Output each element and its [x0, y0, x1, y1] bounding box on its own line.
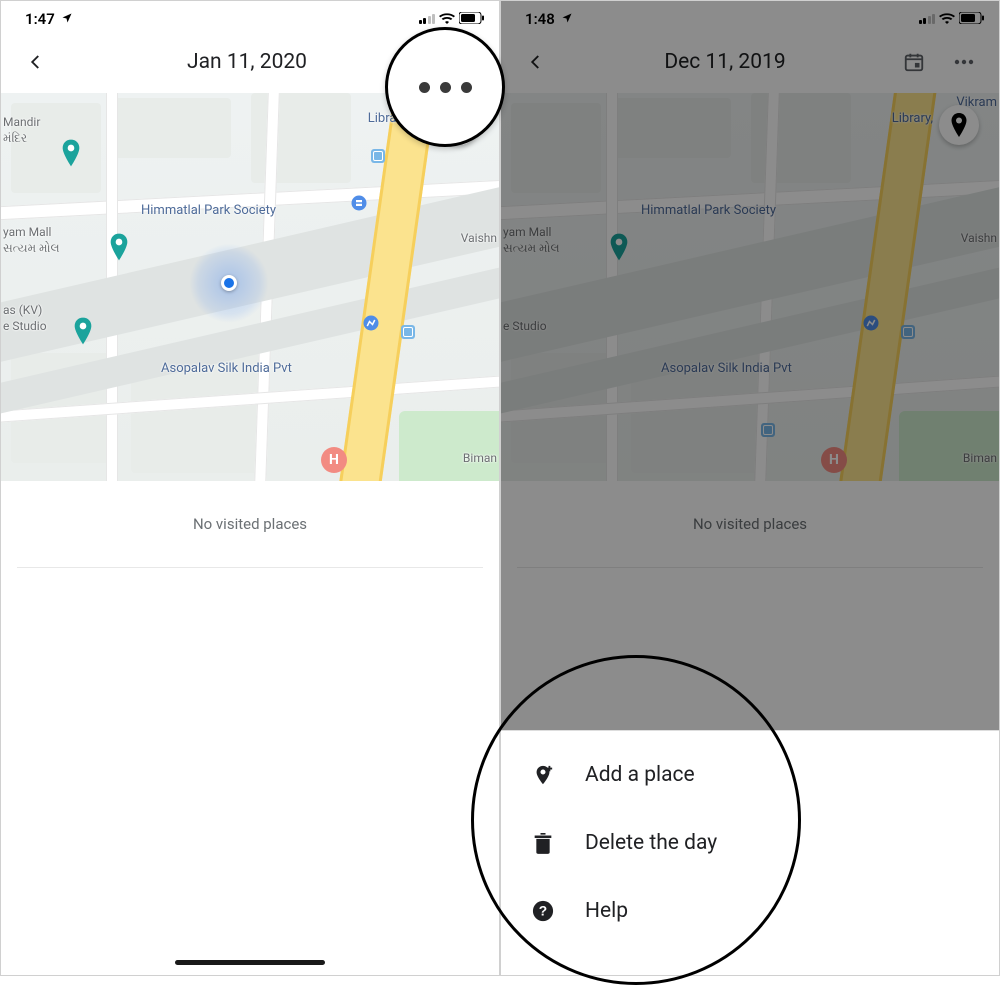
bus-stop-icon [401, 325, 415, 339]
map-label-park-society: Himmatlal Park Society [141, 203, 276, 218]
screenshot-right: 1:48 Dec 11, 2019 [500, 0, 1000, 976]
hospital-icon: H [321, 447, 347, 473]
divider [17, 567, 483, 568]
map-label-studio2: e Studio [3, 319, 47, 333]
sheet-delete-day[interactable]: Delete the day [501, 809, 999, 877]
home-indicator[interactable] [175, 960, 325, 965]
current-location-dot [189, 243, 269, 323]
sheet-help-label: Help [585, 899, 628, 923]
map-label-mandir-gu: મંદિર [3, 131, 27, 146]
screenshot-left: 1:47 Jan 11, 2020 [0, 0, 500, 976]
location-services-icon [61, 10, 73, 28]
status-time: 1:47 [25, 10, 55, 28]
back-button[interactable] [19, 45, 53, 79]
poi-pin-icon [109, 233, 129, 261]
sheet-add-place[interactable]: Add a place [501, 741, 999, 809]
cellular-signal-icon [419, 14, 436, 24]
svg-text:?: ? [539, 904, 547, 919]
wifi-icon [439, 10, 455, 28]
action-sheet: Add a place Delete the day ? Help [501, 730, 999, 975]
map-label-biman: Biman [463, 451, 497, 465]
more-menu-icon[interactable] [419, 82, 472, 93]
status-bar: 1:47 [1, 1, 499, 31]
battery-icon [459, 10, 485, 28]
no-visited-label: No visited places [1, 481, 499, 567]
map-view[interactable]: Library, Mandir મંદિર Himmatlal Park Soc… [1, 93, 499, 481]
callout-more-menu [385, 27, 505, 147]
bus-stop-icon [371, 149, 385, 163]
map-label-mall-gu: સત્યમ મોલ [3, 241, 60, 256]
poi-shop-icon [349, 193, 369, 213]
map-label-mall: yam Mall [3, 225, 51, 239]
sheet-delete-label: Delete the day [585, 831, 717, 855]
map-label-mandir: Mandir [3, 115, 40, 129]
sheet-add-label: Add a place [585, 763, 695, 787]
map-label-vaishn: Vaishn [461, 231, 497, 245]
trash-icon [531, 832, 555, 854]
map-label-silk: Asopalav Silk India Pvt [161, 361, 292, 376]
poi-pin-icon [73, 317, 93, 345]
help-icon: ? [531, 900, 555, 922]
header-title: Jan 11, 2020 [53, 50, 441, 74]
poi-shop-icon [361, 313, 381, 333]
add-place-icon [531, 764, 555, 786]
sheet-help[interactable]: ? Help [501, 877, 999, 945]
map-label-studio1: as (KV) [3, 303, 42, 317]
poi-pin-icon [61, 139, 81, 167]
